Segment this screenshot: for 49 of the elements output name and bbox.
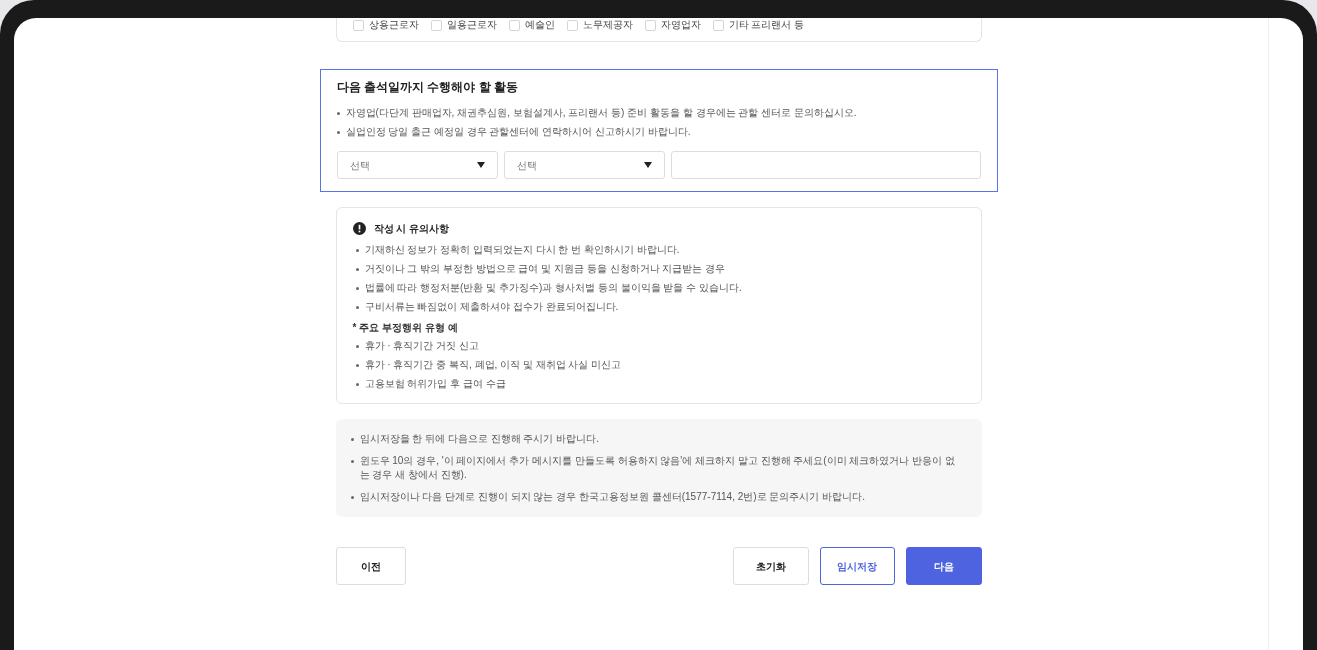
caret-icon — [476, 162, 485, 168]
example-text: 고용보험 허위가입 후 급여 수급 — [364, 377, 506, 391]
alert-icon — [352, 222, 366, 235]
section-title: 다음 출석일까지 수행해야 할 활동 — [336, 79, 519, 96]
worker-type-checkbox[interactable]: 예술인 — [508, 19, 555, 31]
next-button[interactable]: 다음 — [905, 547, 982, 585]
bullet-icon — [350, 460, 354, 463]
bullet-icon — [350, 496, 354, 499]
bullet-icon — [355, 364, 359, 367]
bullet-icon — [355, 306, 359, 309]
caution-text: 거짓이나 그 밖의 부정한 방법으로 급여 및 지원금 등을 신청하거나 지급받는 경우 — [364, 262, 726, 276]
bullet-icon — [336, 112, 340, 115]
bullet-icon — [355, 383, 359, 386]
checkbox[interactable] — [712, 19, 724, 31]
action-button[interactable]: 초기화 — [732, 547, 809, 585]
worker-type-checkbox[interactable]: 일용근로자 — [430, 19, 497, 31]
checkbox[interactable] — [644, 19, 656, 31]
worker-type-checkbox[interactable]: 노무제공자 — [566, 19, 633, 31]
caution-text: 구비서류는 빠짐없이 제출하셔야 접수가 완료되어집니다. — [364, 300, 619, 314]
bullet-icon — [355, 345, 359, 348]
action-button[interactable]: 임시저장 — [819, 547, 895, 585]
input-field[interactable] — [670, 151, 981, 179]
example-text: 휴가 · 휴직기간 거짓 신고 — [364, 339, 479, 353]
action-button[interactable]: 이전 — [335, 547, 406, 585]
select-field[interactable]: 선택 — [336, 151, 498, 179]
caution-title: 작성 시 유의사항 — [373, 222, 450, 236]
worker-type-checkbox[interactable]: 상용근로자 — [352, 19, 419, 31]
info-text: 윈도우 10의 경우, '이 페이지에서 추가 메시지를 만들도록 허용하지 않음'에 체크하지 말고 진행해 주세요(이미 체크하였거나 반응이 없는 경우 새 창에서 진행). — [359, 454, 956, 482]
checkbox[interactable] — [430, 19, 442, 31]
checkbox[interactable] — [566, 19, 578, 31]
caution-text: 법률에 따라 행정처분(반환 및 추가징수)과 형사처벌 등의 불이익을 받을 수 있습니다. — [364, 281, 742, 295]
worker-type-checkbox[interactable]: 자영업자 — [644, 19, 701, 31]
bullet-icon — [355, 287, 359, 290]
bullet-icon — [336, 131, 340, 134]
checkbox[interactable] — [352, 19, 364, 31]
bullet-icon — [355, 249, 359, 252]
bullet-icon — [355, 268, 359, 271]
note-text: 자영업(다단계 판매업자, 채권추심원, 보험설계사, 프리랜서 등) 준비 활동을 할 경우에는 관할 센터로 문의하십시오. — [345, 106, 857, 120]
select-field[interactable]: 선택 — [503, 151, 665, 179]
worker-type-checkbox[interactable]: 기타 프리랜서 등 — [712, 19, 805, 31]
caret-icon — [643, 162, 652, 168]
example-text: 휴가 · 휴직기간 중 복직, 폐업, 이직 및 재취업 사실 미신고 — [364, 358, 622, 372]
examples-title: * 주요 부정행위 유형 예 — [352, 321, 459, 335]
note-text: 실업인정 당일 출근 예정일 경우 관할센터에 연락하시어 신고하시기 바랍니다. — [345, 125, 691, 139]
caution-text: 기재하신 정보가 정확히 입력되었는지 다시 한 번 확인하시기 바랍니다. — [364, 243, 680, 257]
info-text: 임시저장을 한 뒤에 다음으로 진행해 주시기 바랍니다. — [359, 432, 599, 446]
info-text: 임시저장이나 다음 단계로 진행이 되지 않는 경우 한국고용정보원 콜센터(1577-7114, 2번)로 문의주시기 바랍니다. — [359, 490, 865, 504]
bullet-icon — [350, 438, 354, 441]
checkbox[interactable] — [508, 19, 520, 31]
